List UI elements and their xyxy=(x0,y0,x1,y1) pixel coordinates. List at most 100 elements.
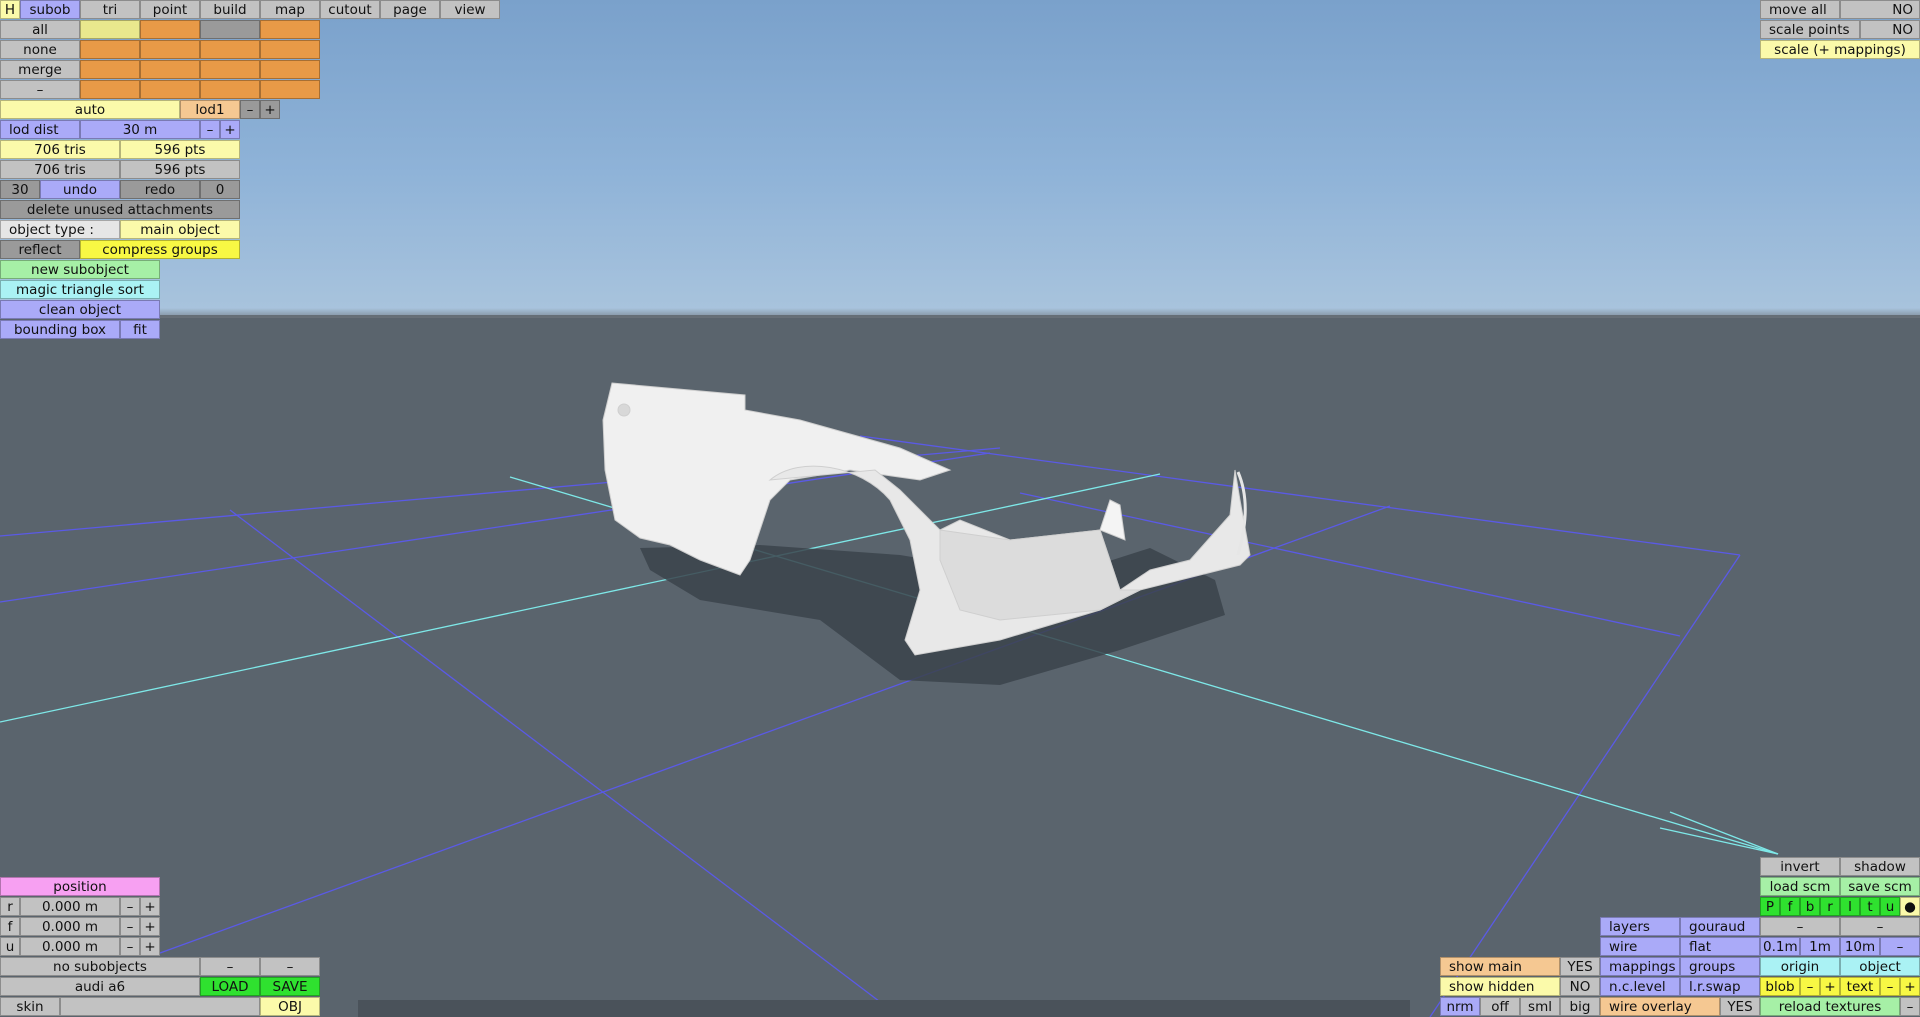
tab-build[interactable]: build xyxy=(200,0,260,19)
new-subobject-button[interactable]: new subobject xyxy=(0,260,160,279)
grid-step-0-1m-button[interactable]: 0.1m xyxy=(1760,937,1800,956)
load-scm-button[interactable]: load scm xyxy=(1760,877,1840,896)
select-none-button[interactable]: none xyxy=(0,40,80,59)
position-u-minus-button[interactable]: – xyxy=(120,937,140,956)
lod-plus-button[interactable]: + xyxy=(260,100,280,119)
subobject-minus-button[interactable]: – xyxy=(200,957,260,976)
object-type-value[interactable]: main object xyxy=(120,220,240,239)
merge-button[interactable]: merge xyxy=(0,60,80,79)
tab-page[interactable]: page xyxy=(380,0,440,19)
tab-home[interactable]: H xyxy=(0,0,20,19)
subobject-slot[interactable] xyxy=(140,60,200,79)
view-back-button[interactable]: b xyxy=(1800,897,1820,916)
scale-mappings-button[interactable]: scale (+ mappings) xyxy=(1760,40,1920,59)
grid-step-10m-button[interactable]: 10m xyxy=(1840,937,1880,956)
view-top-button[interactable]: t xyxy=(1860,897,1880,916)
reload-textures-button[interactable]: reload textures xyxy=(1760,997,1900,1016)
lod-dist-plus-button[interactable]: + xyxy=(220,120,240,139)
subobject-minus-button-2[interactable]: – xyxy=(260,957,320,976)
lod-minus-button[interactable]: – xyxy=(240,100,260,119)
subobject-slot[interactable] xyxy=(200,20,260,39)
lod-level-button[interactable]: lod1 xyxy=(180,100,240,119)
model-name[interactable]: audi a6 xyxy=(0,977,200,996)
tab-tri[interactable]: tri xyxy=(80,0,140,19)
3d-viewport[interactable] xyxy=(0,0,1920,1017)
subobject-slot[interactable] xyxy=(200,40,260,59)
load-button[interactable]: LOAD xyxy=(200,977,260,996)
grid-minus-button[interactable]: – xyxy=(1880,937,1920,956)
shadow-button[interactable]: shadow xyxy=(1840,857,1920,876)
tab-subob[interactable]: subob xyxy=(20,0,80,19)
reload-minus-button[interactable]: – xyxy=(1900,997,1920,1016)
tab-point[interactable]: point xyxy=(140,0,200,19)
view-right-button[interactable]: r xyxy=(1820,897,1840,916)
text-plus-button[interactable]: + xyxy=(1900,977,1920,996)
size-big-button[interactable]: big xyxy=(1560,997,1600,1016)
tab-map[interactable]: map xyxy=(260,0,320,19)
bounding-box-button[interactable]: bounding box xyxy=(0,320,120,339)
obj-button[interactable]: OBJ xyxy=(260,997,320,1016)
layers-button[interactable]: layers xyxy=(1600,917,1680,936)
blob-button[interactable]: blob xyxy=(1760,977,1800,996)
object-button[interactable]: object xyxy=(1840,957,1920,976)
show-hidden-toggle[interactable]: NO xyxy=(1560,977,1600,996)
tab-cutout[interactable]: cutout xyxy=(320,0,380,19)
subobject-slot[interactable] xyxy=(260,60,320,79)
view-under-button[interactable]: u xyxy=(1880,897,1900,916)
compress-groups-button[interactable]: compress groups xyxy=(80,240,240,259)
undo-button[interactable]: undo xyxy=(40,180,120,199)
subobject-slot[interactable] xyxy=(260,80,320,99)
move-all-label[interactable]: move all xyxy=(1760,0,1840,19)
subobject-slot[interactable] xyxy=(140,40,200,59)
wire-overlay-label[interactable]: wire overlay xyxy=(1600,997,1720,1016)
gouraud-button[interactable]: gouraud xyxy=(1680,917,1760,936)
shade-minus-button-2[interactable]: – xyxy=(1840,917,1920,936)
delete-unused-attachments-button[interactable]: delete unused attachments xyxy=(0,200,240,219)
origin-button[interactable]: origin xyxy=(1760,957,1840,976)
save-button[interactable]: SAVE xyxy=(260,977,320,996)
scale-points-label[interactable]: scale points xyxy=(1760,20,1860,39)
wire-button[interactable]: wire xyxy=(1600,937,1680,956)
subobject-slot[interactable] xyxy=(80,80,140,99)
n-c-level-button[interactable]: n.c.level xyxy=(1600,977,1680,996)
mappings-button[interactable]: mappings xyxy=(1600,957,1680,976)
size-sml-button[interactable]: sml xyxy=(1520,997,1560,1016)
text-button[interactable]: text xyxy=(1840,977,1880,996)
text-minus-button[interactable]: – xyxy=(1880,977,1900,996)
view-front-button[interactable]: f xyxy=(1780,897,1800,916)
position-r-plus-button[interactable]: + xyxy=(140,897,160,916)
position-u-plus-button[interactable]: + xyxy=(140,937,160,956)
position-f-plus-button[interactable]: + xyxy=(140,917,160,936)
position-f-value[interactable]: 0.000 m xyxy=(20,917,120,936)
grid-step-1m-button[interactable]: 1m xyxy=(1800,937,1840,956)
tab-view[interactable]: view xyxy=(440,0,500,19)
wire-overlay-toggle[interactable]: YES xyxy=(1720,997,1760,1016)
blob-minus-button[interactable]: – xyxy=(1800,977,1820,996)
view-perspective-button[interactable]: P xyxy=(1760,897,1780,916)
scale-points-toggle[interactable]: NO xyxy=(1860,20,1920,39)
size-off-button[interactable]: off xyxy=(1480,997,1520,1016)
save-scm-button[interactable]: save scm xyxy=(1840,877,1920,896)
subobject-slot[interactable] xyxy=(200,80,260,99)
position-r-value[interactable]: 0.000 m xyxy=(20,897,120,916)
show-main-toggle[interactable]: YES xyxy=(1560,957,1600,976)
invert-button[interactable]: invert xyxy=(1760,857,1840,876)
groups-button[interactable]: groups xyxy=(1680,957,1760,976)
blob-plus-button[interactable]: + xyxy=(1820,977,1840,996)
position-r-minus-button[interactable]: – xyxy=(120,897,140,916)
subobject-slot[interactable] xyxy=(200,60,260,79)
subobject-slot[interactable] xyxy=(80,40,140,59)
skin-field[interactable] xyxy=(60,997,260,1016)
select-all-button[interactable]: all xyxy=(0,20,80,39)
minus-row-button[interactable]: – xyxy=(0,80,80,99)
show-main-label[interactable]: show main xyxy=(1440,957,1560,976)
move-all-toggle[interactable]: NO xyxy=(1840,0,1920,19)
subobject-slot[interactable] xyxy=(80,60,140,79)
redo-button[interactable]: redo xyxy=(120,180,200,199)
lod-dist-minus-button[interactable]: – xyxy=(200,120,220,139)
subobject-slot[interactable] xyxy=(80,20,140,39)
position-f-minus-button[interactable]: – xyxy=(120,917,140,936)
size-nrm-button[interactable]: nrm xyxy=(1440,997,1480,1016)
l-r-swap-button[interactable]: l.r.swap xyxy=(1680,977,1760,996)
subobject-slot[interactable] xyxy=(140,20,200,39)
